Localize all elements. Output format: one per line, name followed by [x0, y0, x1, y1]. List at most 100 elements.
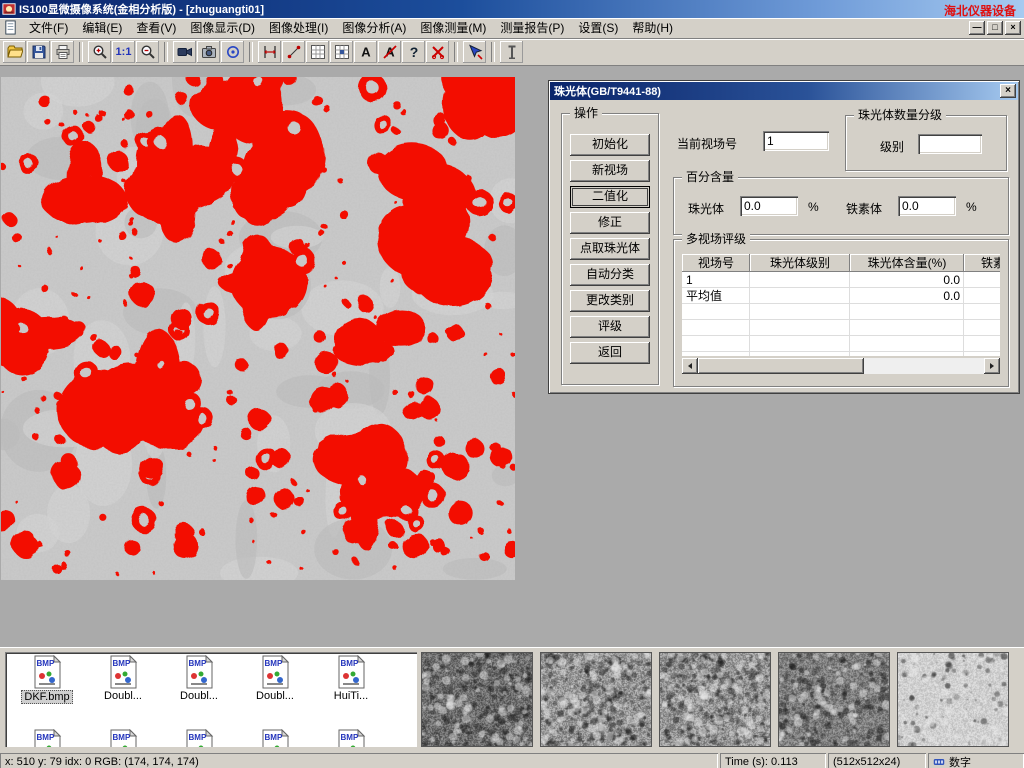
grid-fill-icon — [334, 44, 350, 60]
measure-grid-button[interactable] — [306, 41, 329, 63]
dialog-title: 珠光体(GB/T9441-88) — [554, 83, 661, 99]
title-bar[interactable]: IS100显微摄像系统(金相分析版) - [zhuguangti01] 海北仪器… — [0, 0, 1024, 18]
menu-item[interactable]: 图像处理(I) — [262, 19, 335, 38]
zoom-out-button[interactable] — [136, 41, 159, 63]
video-camera-button[interactable] — [173, 41, 196, 63]
file-item-partial[interactable]: BMP — [313, 726, 389, 747]
scroll-right-button[interactable] — [984, 358, 1000, 374]
scroll-thumb[interactable] — [698, 358, 864, 374]
operation-button[interactable]: 新视场 — [570, 160, 650, 182]
pointer-cross-button[interactable] — [463, 41, 486, 63]
column-header[interactable]: 视场号 — [682, 254, 750, 272]
thumbnail-2[interactable] — [540, 652, 652, 747]
menu-item[interactable]: 编辑(E) — [75, 19, 129, 38]
pearlite-percent-label: 珠光体 — [688, 200, 724, 217]
file-item-partial[interactable]: BMP — [237, 726, 313, 747]
zoom-in-button[interactable] — [88, 41, 111, 63]
measure-points-button[interactable] — [282, 41, 305, 63]
file-item[interactable]: BMPDoubl... — [85, 652, 161, 704]
help-icon: ? — [406, 44, 422, 60]
thumbnail-5[interactable] — [897, 652, 1009, 747]
menu-item[interactable]: 查看(V) — [129, 19, 183, 38]
file-item-partial[interactable]: BMP — [161, 726, 237, 747]
grade-level-input[interactable] — [918, 134, 982, 154]
vendor-watermark: 海北仪器设备 — [944, 2, 1016, 19]
horizontal-scrollbar[interactable] — [682, 358, 1000, 374]
multi-field-group: 多视场评级 视场号珠光体级别珠光体含量(%)铁素 10.0平均值0.0 — [673, 239, 1009, 387]
file-item[interactable]: BMPHuiTi... — [313, 652, 389, 704]
thumbnail-4[interactable] — [778, 652, 890, 747]
zoom-in-icon — [92, 44, 108, 60]
stand-ruler-button[interactable] — [500, 41, 523, 63]
camera-button[interactable] — [197, 41, 220, 63]
menu-item[interactable]: 图像显示(D) — [183, 19, 262, 38]
table-row[interactable]: 平均值0.0 — [682, 288, 1000, 304]
svg-text:BMP: BMP — [37, 733, 55, 742]
cut-red-button[interactable] — [426, 41, 449, 63]
dialog-close-button[interactable]: × — [1000, 84, 1016, 98]
table-cell: 1 — [682, 272, 750, 288]
menu-item[interactable]: 设置(S) — [571, 19, 625, 38]
ferrite-percent-input[interactable] — [898, 196, 956, 216]
menu-item[interactable]: 图像分析(A) — [335, 19, 413, 38]
file-item[interactable]: BMPDKF.bmp — [9, 652, 85, 704]
operation-button[interactable]: 返回 — [570, 342, 650, 364]
help-button[interactable]: ? — [402, 41, 425, 63]
operation-button[interactable]: 初始化 — [570, 134, 650, 156]
file-item-partial[interactable]: BMP — [85, 726, 161, 747]
ferrite-percent-unit: % — [966, 200, 977, 214]
print-button[interactable] — [51, 41, 74, 63]
current-field-input[interactable] — [763, 131, 829, 151]
file-item[interactable]: BMPDoubl... — [237, 652, 313, 704]
column-header[interactable]: 铁素 — [964, 254, 1000, 272]
operation-button[interactable]: 二值化 — [570, 186, 650, 208]
pearlite-percent-input[interactable] — [740, 196, 798, 216]
document-icon[interactable] — [3, 20, 19, 36]
menu-item[interactable]: 文件(F) — [22, 19, 75, 38]
grid-fill-button[interactable] — [330, 41, 353, 63]
file-item-partial[interactable]: BMP — [9, 726, 85, 747]
toolbar-separator — [79, 42, 83, 62]
menu-item[interactable]: 测量报告(P) — [493, 19, 571, 38]
dialog-title-bar[interactable]: 珠光体(GB/T9441-88) × — [550, 82, 1018, 100]
file-item[interactable]: BMPDoubl... — [161, 652, 237, 704]
column-header[interactable]: 珠光体级别 — [750, 254, 850, 272]
zoom-out-icon — [140, 44, 156, 60]
thumbnail-3[interactable] — [659, 652, 771, 747]
pearlite-percent-unit: % — [808, 200, 819, 214]
menu-item[interactable]: 图像测量(M) — [413, 19, 493, 38]
open-folder-button[interactable] — [3, 41, 26, 63]
svg-text:BMP: BMP — [189, 733, 207, 742]
column-header[interactable]: 珠光体含量(%) — [850, 254, 964, 272]
text-a-off-button[interactable]: A — [378, 41, 401, 63]
scroll-track[interactable] — [698, 358, 984, 374]
bmp-file-icon: BMP — [260, 655, 290, 689]
measure-calipers-button[interactable] — [258, 41, 281, 63]
operation-buttons: 初始化新视场二值化修正点取珠光体自动分类更改类别评级返回 — [562, 134, 658, 364]
capture-target-button[interactable] — [221, 41, 244, 63]
svg-text:BMP: BMP — [113, 659, 131, 668]
open-folder-icon — [7, 44, 23, 60]
save-button[interactable] — [27, 41, 50, 63]
actual-size-button[interactable]: 1:1 — [112, 41, 135, 63]
table-row[interactable]: 10.0 — [682, 272, 1000, 288]
scroll-left-button[interactable] — [682, 358, 698, 374]
specimen-image[interactable] — [1, 77, 515, 580]
text-a-button[interactable]: A — [354, 41, 377, 63]
operation-button[interactable]: 修正 — [570, 212, 650, 234]
operation-button[interactable]: 自动分类 — [570, 264, 650, 286]
restore-button[interactable]: □ — [987, 21, 1003, 35]
menu-item[interactable]: 帮助(H) — [625, 19, 680, 38]
table-cell: 平均值 — [682, 288, 750, 304]
thumbnail-1[interactable] — [421, 652, 533, 747]
operation-button[interactable]: 点取珠光体 — [570, 238, 650, 260]
close-button[interactable]: × — [1005, 21, 1021, 35]
multi-field-group-label: 多视场评级 — [682, 232, 750, 246]
operation-button[interactable]: 更改类别 — [570, 290, 650, 312]
table-cell — [750, 272, 850, 288]
operation-button[interactable]: 评级 — [570, 316, 650, 338]
minimize-button[interactable]: — — [969, 21, 985, 35]
file-browser[interactable]: BMPDKF.bmpBMPDoubl...BMPDoubl...BMPDoubl… — [5, 652, 417, 747]
file-panel: BMPDKF.bmpBMPDoubl...BMPDoubl...BMPDoubl… — [0, 647, 1024, 751]
svg-text:BMP: BMP — [113, 733, 131, 742]
